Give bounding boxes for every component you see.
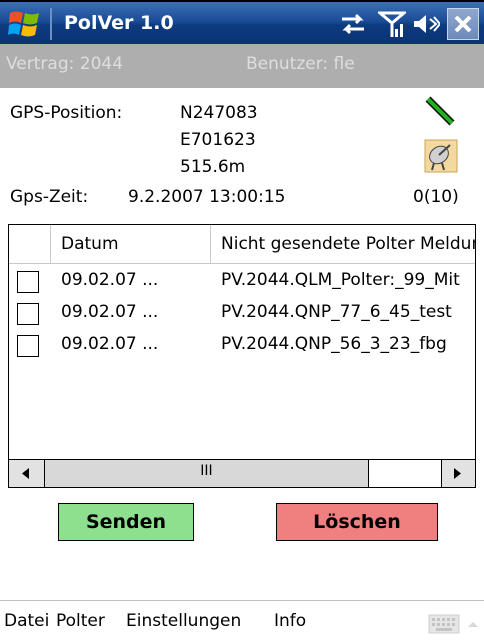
keyboard-icon[interactable] (428, 614, 460, 634)
menu-einstellungen[interactable]: Einstellungen (126, 611, 241, 631)
row-date: 09.02.07 ... (61, 302, 159, 322)
speaker-icon[interactable] (412, 12, 440, 36)
menu-datei[interactable]: Datei (4, 611, 49, 631)
gps-signal-line-icon (425, 96, 455, 126)
satellite-dish-icon[interactable] (424, 139, 458, 173)
arrow-right-icon (454, 468, 461, 479)
scroll-thumb-grip: III (200, 463, 213, 479)
app-title: PolVer 1.0 (64, 12, 174, 34)
arrow-left-icon (22, 468, 29, 479)
scroll-track[interactable] (369, 460, 441, 487)
horizontal-scrollbar[interactable]: III (9, 459, 475, 487)
menu-polter[interactable]: Polter (56, 611, 105, 631)
title-separator (50, 8, 52, 40)
send-button[interactable]: Senden (58, 503, 194, 541)
satellite-count: 0(10) (413, 187, 459, 207)
gps-position-label: GPS-Position: (10, 103, 123, 123)
title-bar: PolVer 1.0 (0, 0, 484, 44)
row-date: 09.02.07 ... (61, 270, 159, 290)
row-message: PV.2044.QNP_77_6_45_test (221, 302, 452, 322)
table-header: Datum Nicht gesendete Polter Meldungen (9, 225, 475, 264)
close-icon (454, 15, 472, 33)
column-header-message[interactable]: Nicht gesendete Polter Meldungen (211, 225, 475, 263)
menu-bar: Datei Polter Einstellungen Info (0, 600, 484, 644)
gps-north-value: N247083 (180, 103, 258, 123)
signal-icon[interactable] (378, 9, 406, 39)
user-label: Benutzer: fle (246, 54, 355, 74)
connectivity-icon[interactable] (338, 11, 368, 37)
gps-time-value: 9.2.2007 13:00:15 (128, 187, 286, 207)
windows-start-icon[interactable] (8, 9, 40, 39)
table-row[interactable]: 09.02.07 ... PV.2044.QLM_Polter:_99_Mit (9, 266, 475, 298)
column-header-check[interactable] (9, 225, 51, 263)
contract-label: Vertrag: 2044 (6, 54, 124, 74)
info-bar: Vertrag: 2044 Benutzer: fle (0, 44, 484, 88)
row-date: 09.02.07 ... (61, 334, 159, 354)
row-checkbox[interactable] (17, 303, 39, 325)
delete-button[interactable]: Löschen (276, 503, 438, 541)
row-message: PV.2044.QNP_56_3_23_fbg (221, 334, 447, 354)
row-checkbox[interactable] (17, 271, 39, 293)
row-checkbox[interactable] (17, 335, 39, 357)
scroll-thumb[interactable]: III (45, 460, 369, 487)
table-row[interactable]: 09.02.07 ... PV.2044.QNP_56_3_23_fbg (9, 330, 475, 362)
gps-time-label: Gps-Zeit: (10, 187, 89, 207)
close-button[interactable] (447, 8, 479, 40)
gps-east-value: E701623 (180, 130, 256, 150)
column-header-datum[interactable]: Datum (51, 225, 211, 263)
menu-info[interactable]: Info (274, 611, 306, 631)
row-message: PV.2044.QLM_Polter:_99_Mit (221, 270, 460, 290)
scroll-left-button[interactable] (9, 460, 45, 487)
scroll-right-button[interactable] (441, 460, 475, 487)
table-row[interactable]: 09.02.07 ... PV.2044.QNP_77_6_45_test (9, 298, 475, 330)
keyboard-arrow-icon[interactable] (466, 619, 480, 629)
message-table: Datum Nicht gesendete Polter Meldungen 0… (8, 224, 476, 488)
gps-height-value: 515.6m (180, 157, 246, 177)
